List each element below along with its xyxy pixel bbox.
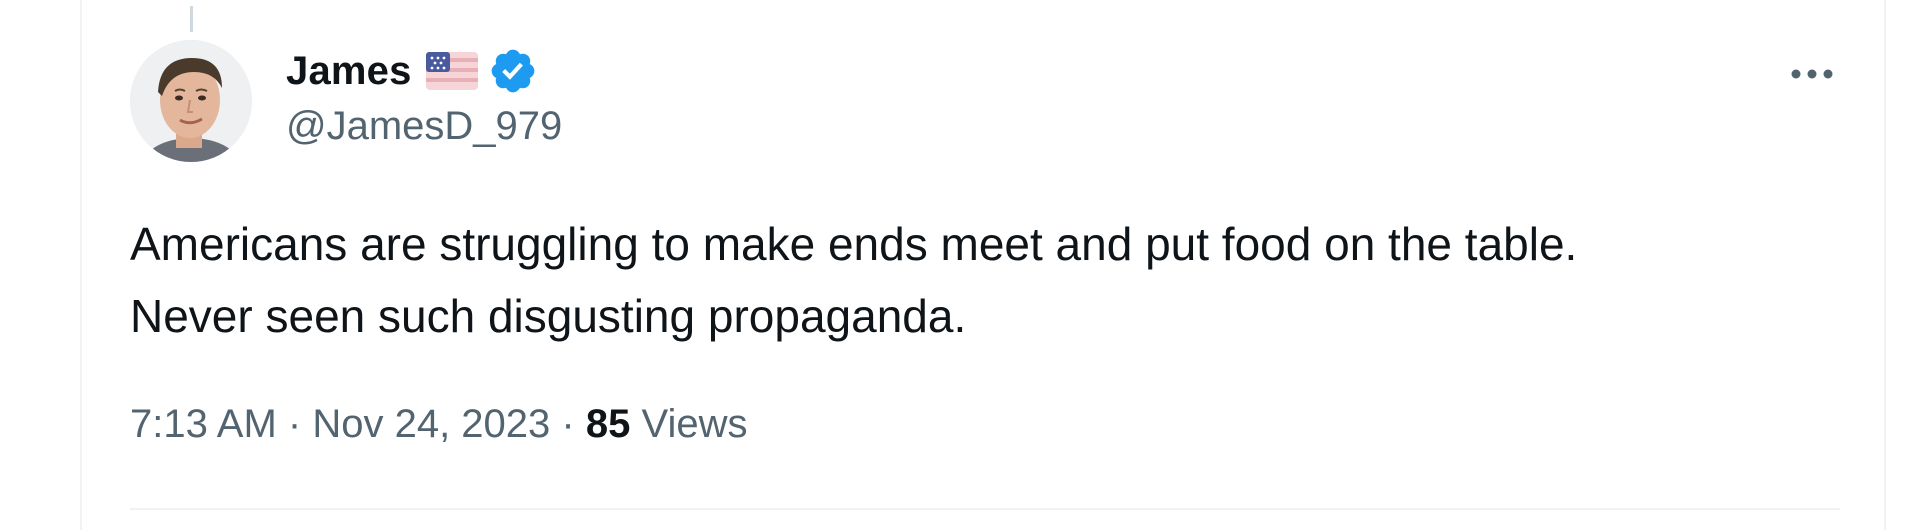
user-handle[interactable]: @JamesD_979 [286, 104, 562, 149]
avatar-image [130, 40, 252, 162]
views-count: 85 [585, 402, 631, 446]
name-row: James [286, 44, 562, 98]
us-flag-icon [425, 50, 478, 92]
tweet-text: Americans are struggling to make ends me… [130, 208, 1850, 352]
display-name[interactable]: James [286, 49, 412, 94]
more-horizontal-icon [1791, 69, 1833, 79]
tweet-card: James @JamesD_979 Americans are struggli… [80, 0, 1886, 530]
views-label: Views [641, 402, 748, 446]
user-info: James @JamesD_979 [286, 44, 562, 149]
verified-badge-icon[interactable] [488, 46, 538, 96]
tweet-text-line: Americans are struggling to make ends me… [130, 218, 1578, 270]
tweet-date: Nov 24, 2023 [312, 402, 551, 446]
tweet-text-line: Never seen such disgusting propaganda. [130, 290, 967, 342]
avatar[interactable] [130, 40, 252, 162]
divider [130, 508, 1840, 510]
tweet-time: 7:13 AM [130, 402, 277, 446]
thread-connector-line [190, 6, 193, 32]
more-options-button[interactable] [1784, 50, 1840, 98]
page: James @JamesD_979 Americans are struggli… [0, 0, 1920, 530]
meta-separator: · [287, 402, 302, 446]
meta-separator: · [561, 402, 575, 446]
tweet-timestamp-link[interactable]: 7:13 AM · Nov 24, 2023 [130, 402, 550, 446]
tweet-metadata: 7:13 AM · Nov 24, 2023 · 85 Views [130, 402, 747, 447]
